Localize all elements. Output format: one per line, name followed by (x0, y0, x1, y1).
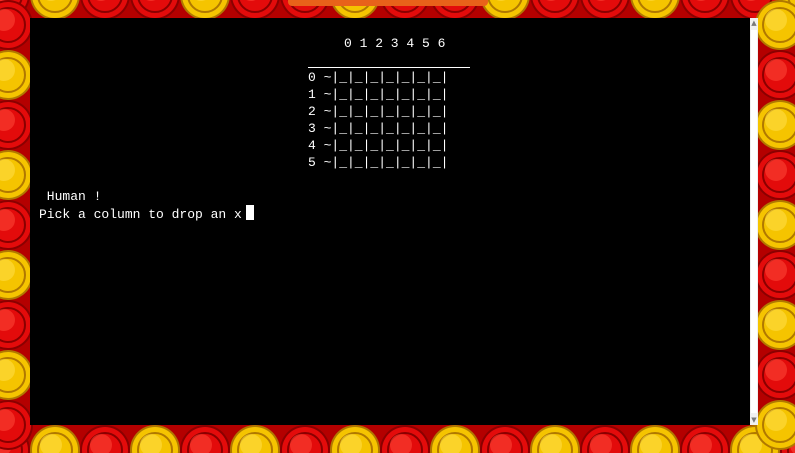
red-checker-piece (80, 0, 130, 20)
red-checker-piece (180, 0, 230, 20)
red-checker-piece (180, 425, 230, 453)
board-row-4: 4 ~|_|_|_|_|_|_|_| (308, 138, 449, 153)
red-checker-piece (530, 0, 580, 20)
triangle-down-icon[interactable]: ▼ (750, 415, 758, 425)
vertical-scrollbar[interactable]: ▲ ▼ (750, 18, 758, 425)
red-checker-piece (80, 425, 130, 453)
top-tab (288, 0, 488, 6)
yellow-checker-piece (30, 425, 80, 453)
red-checker-piece (580, 425, 630, 453)
red-checker-piece (130, 0, 180, 20)
yellow-checker-piece (430, 425, 480, 453)
yellow-checker-piece (130, 425, 180, 453)
yellow-checker-piece (755, 100, 795, 150)
player-name-line: Human ! (39, 189, 102, 204)
yellow-checker-piece (230, 425, 280, 453)
text-cursor[interactable] (245, 205, 254, 220)
yellow-checker-piece (530, 425, 580, 453)
input-prompt-text: Pick a column to drop an x (39, 207, 242, 222)
terminal-screen[interactable]: 0 1 2 3 4 5 6 0 ~|_|_|_|_|_|_|_| 1 ~|_|_… (30, 18, 750, 425)
red-checker-piece (380, 425, 430, 453)
red-checker-piece (230, 0, 280, 20)
yellow-checker-piece (0, 350, 33, 400)
red-checker-piece (630, 0, 680, 20)
column-header: 0 1 2 3 4 5 6 (344, 36, 446, 51)
yellow-checker-piece (0, 250, 33, 300)
yellow-checker-piece (630, 425, 680, 453)
red-checker-piece (680, 0, 730, 20)
yellow-checker-piece (330, 425, 380, 453)
triangle-up-icon[interactable]: ▲ (750, 18, 758, 28)
red-checker-piece (0, 200, 33, 250)
red-checker-piece (480, 425, 530, 453)
scrollbar-thumb[interactable] (751, 30, 757, 413)
red-checker-piece (755, 350, 795, 400)
board-row-3: 3 ~|_|_|_|_|_|_|_| (308, 121, 449, 136)
board-row-0: 0 ~|_|_|_|_|_|_|_| (308, 70, 449, 85)
red-checker-piece (755, 150, 795, 200)
red-checker-piece (0, 300, 33, 350)
board-top-rule (308, 67, 470, 68)
red-checker-piece (580, 0, 630, 20)
input-prompt-line[interactable]: Pick a column to drop an x (39, 205, 254, 223)
yellow-checker-piece (0, 50, 33, 100)
red-checker-piece (0, 100, 33, 150)
board-row-1: 1 ~|_|_|_|_|_|_|_| (308, 87, 449, 102)
red-checker-piece (755, 50, 795, 100)
red-checker-piece (280, 425, 330, 453)
red-checker-piece (755, 250, 795, 300)
board-row-2: 2 ~|_|_|_|_|_|_|_| (308, 104, 449, 119)
terminal-window[interactable]: 0 1 2 3 4 5 6 0 ~|_|_|_|_|_|_|_| 1 ~|_|_… (30, 18, 758, 425)
yellow-checker-piece (0, 150, 33, 200)
red-checker-piece (0, 0, 33, 50)
red-checker-piece (30, 0, 80, 20)
yellow-checker-piece (755, 200, 795, 250)
board-row-5: 5 ~|_|_|_|_|_|_|_| (308, 155, 449, 170)
yellow-checker-piece (755, 300, 795, 350)
red-checker-piece (680, 425, 730, 453)
